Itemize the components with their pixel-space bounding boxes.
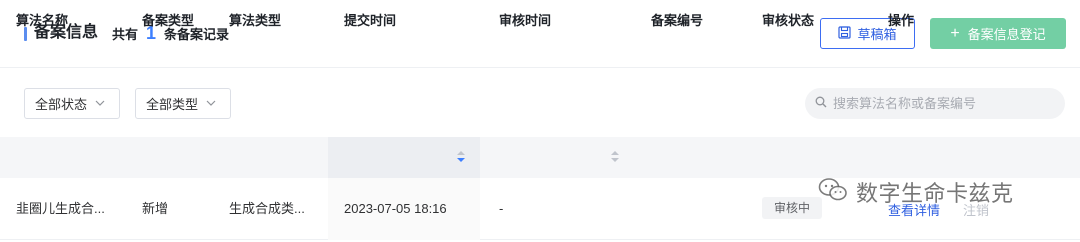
register-button-label: 备案信息登记 bbox=[967, 27, 1046, 42]
column-header-review-time[interactable]: 审核时间 bbox=[499, 0, 551, 41]
column-header-record-type: 备案类型 bbox=[142, 13, 195, 28]
cell-algo-type: 生成合成类... bbox=[229, 201, 305, 216]
cell-record-type: 新增 bbox=[142, 201, 169, 216]
status-badge: 审核中 bbox=[762, 197, 822, 219]
sort-icon[interactable] bbox=[611, 151, 619, 163]
type-filter-value: 全部类型 bbox=[146, 97, 199, 112]
column-header-record-no: 备案编号 bbox=[651, 13, 704, 28]
plus-icon: + bbox=[950, 24, 960, 42]
cancel-record-link[interactable]: 注销 bbox=[963, 200, 989, 219]
status-filter-value: 全部状态 bbox=[35, 97, 88, 112]
save-icon bbox=[838, 25, 852, 42]
column-header-actions: 操作 bbox=[888, 13, 915, 28]
search-icon bbox=[815, 96, 827, 111]
chevron-down-icon bbox=[95, 98, 105, 109]
count-prefix: 共有 bbox=[112, 27, 139, 42]
column-header-submit-time[interactable]: 提交时间 bbox=[344, 0, 396, 41]
column-header-status: 审核状态 bbox=[762, 13, 815, 28]
view-details-link[interactable]: 查看详情 bbox=[888, 200, 940, 219]
column-header-algo-type: 算法类型 bbox=[229, 13, 282, 28]
register-button[interactable]: + 备案信息登记 bbox=[930, 18, 1066, 49]
cell-submit-time: 2023-07-05 18:16 bbox=[344, 201, 447, 216]
chevron-down-icon bbox=[206, 98, 216, 109]
status-filter-select[interactable]: 全部状态 bbox=[24, 88, 120, 119]
cell-name: 韭圈儿生成合... bbox=[16, 201, 105, 216]
search-box bbox=[805, 88, 1065, 119]
type-filter-select[interactable]: 全部类型 bbox=[135, 88, 231, 119]
search-input[interactable] bbox=[833, 96, 1053, 111]
table-header bbox=[0, 137, 1080, 178]
cell-review-time: - bbox=[499, 201, 504, 216]
sort-icon[interactable] bbox=[457, 151, 465, 163]
column-header-name: 算法名称 bbox=[16, 13, 69, 28]
